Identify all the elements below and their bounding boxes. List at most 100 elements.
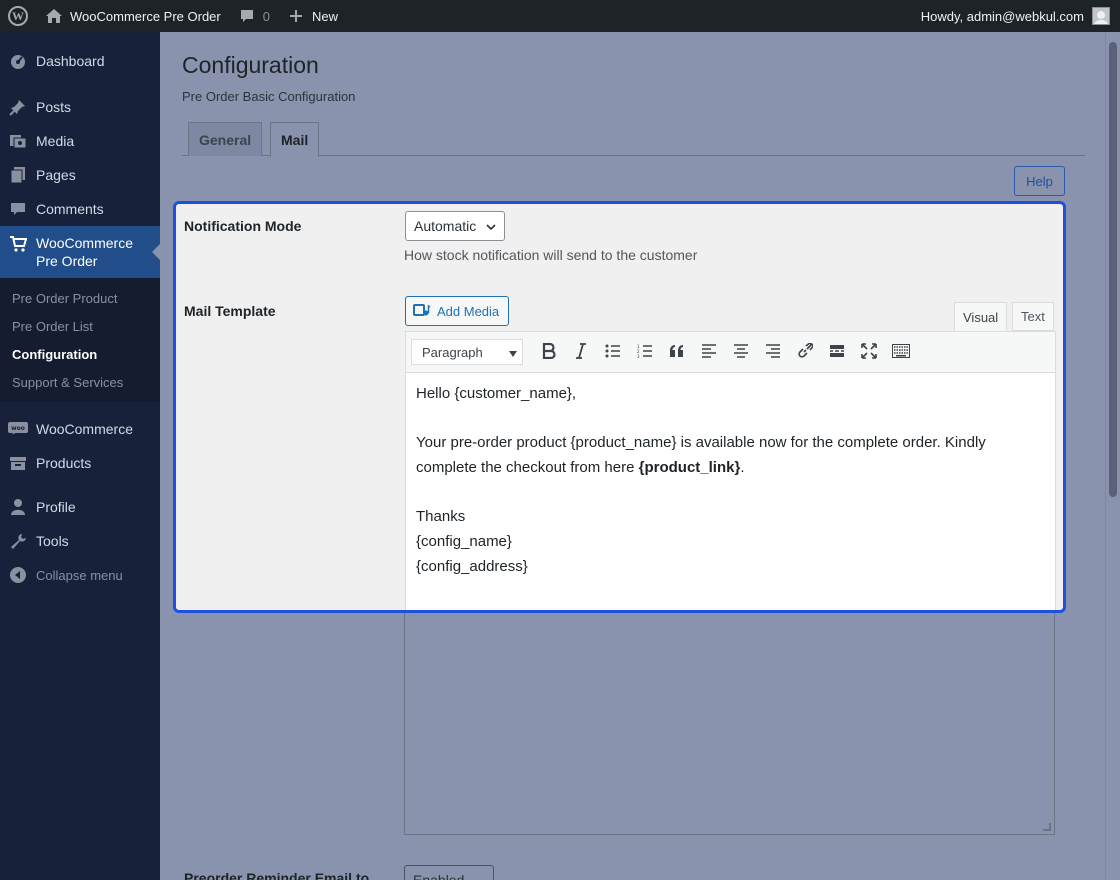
sidebar-item-posts[interactable]: Posts [0, 90, 160, 124]
avatar [1092, 7, 1110, 25]
collapse-menu-button[interactable]: Collapse menu [0, 558, 160, 592]
sidebar-item-label: Profile [36, 499, 76, 515]
reminder-email-label: Preorder Reminder Email to [184, 870, 370, 880]
align-left-button[interactable] [693, 337, 725, 367]
page-title: Configuration [182, 52, 319, 78]
link-icon [797, 339, 814, 362]
notification-mode-select[interactable]: Automatic [405, 211, 505, 241]
numbered-list-button[interactable]: 123 [629, 337, 661, 367]
new-content-link[interactable]: New [278, 0, 346, 32]
read-more-icon [829, 344, 845, 360]
my-account-link[interactable]: Howdy, admin@webkul.com [913, 0, 1120, 32]
comments-icon [8, 199, 28, 219]
submenu-support-services[interactable]: Support & Services [0, 368, 160, 396]
pages-icon [8, 165, 28, 185]
submenu-pre-order-list[interactable]: Pre Order List [0, 312, 160, 340]
sidebar-item-label: WooCommerce [36, 421, 133, 437]
add-media-label: Add Media [437, 303, 500, 319]
sidebar-item-comments[interactable]: Comments [0, 192, 160, 226]
scrollbar-thumb[interactable] [1109, 42, 1117, 497]
bold-button[interactable] [533, 337, 565, 367]
admin-sidebar: Dashboard Posts Media Pages Comments Woo… [0, 32, 160, 880]
read-more-button[interactable] [821, 337, 853, 367]
mail-thanks: Thanks [416, 508, 466, 525]
add-media-button[interactable]: Add Media [405, 296, 509, 326]
site-name: WooCommerce Pre Order [70, 8, 221, 24]
mail-template-label: Mail Template [184, 303, 276, 319]
italic-icon [575, 342, 587, 362]
notification-mode-description: How stock notification will send to the … [404, 247, 698, 263]
sidebar-item-media[interactable]: Media [0, 124, 160, 158]
editor-area-dimmed [404, 602, 1055, 835]
sidebar-item-woocommerce[interactable]: woo WooCommerce [0, 412, 160, 446]
comments-count: 0 [262, 8, 270, 24]
dashboard-icon [8, 51, 28, 71]
plus-icon [286, 6, 306, 26]
sidebar-item-tools[interactable]: Tools [0, 524, 160, 558]
admin-bar: W WooCommerce Pre Order 0 New Howdy, adm… [0, 0, 1120, 32]
sidebar-item-pages[interactable]: Pages [0, 158, 160, 192]
toolbar-toggle-button[interactable] [885, 337, 917, 367]
sidebar-item-label: Pages [36, 167, 76, 183]
tab-mail[interactable]: Mail [270, 122, 320, 157]
insert-link-button[interactable] [789, 337, 821, 367]
notification-mode-label: Notification Mode [184, 218, 302, 234]
bullet-list-button[interactable] [597, 337, 629, 367]
products-icon [8, 453, 28, 473]
caret-down-icon [508, 345, 518, 360]
mail-config-address: {config_address} [416, 558, 528, 575]
bold-icon [542, 342, 556, 362]
pin-icon [8, 97, 28, 117]
sidebar-item-woocommerce-pre-order[interactable]: WooCommerce Pre Order [0, 226, 160, 278]
sidebar-item-profile[interactable]: Profile [0, 490, 160, 524]
highlighted-settings-panel: Notification Mode Automatic How stock no… [173, 201, 1066, 613]
submenu-configuration[interactable]: Configuration [0, 340, 160, 368]
cart-icon [8, 234, 28, 254]
wrench-icon [8, 531, 28, 551]
format-value: Paragraph [422, 344, 483, 360]
new-label: New [311, 8, 338, 24]
home-icon [44, 6, 64, 26]
mail-template-editor[interactable]: Hello {customer_name}, Your pre-order pr… [405, 373, 1056, 610]
sidebar-item-dashboard[interactable]: Dashboard [0, 42, 160, 80]
help-button[interactable]: Help [1014, 166, 1065, 196]
keyboard-icon [892, 343, 910, 361]
format-select[interactable]: Paragraph [411, 339, 523, 365]
page-scrollbar[interactable] [1105, 32, 1120, 880]
svg-text:woo: woo [11, 425, 25, 432]
fullscreen-button[interactable] [853, 337, 885, 367]
align-center-icon [733, 343, 749, 361]
submenu-pre-order-product[interactable]: Pre Order Product [0, 284, 160, 312]
settings-tabs: General Mail [182, 122, 1085, 157]
sidebar-item-label: Media [36, 133, 75, 149]
align-right-button[interactable] [757, 337, 789, 367]
wp-logo-button[interactable]: W [0, 0, 36, 32]
sidebar-item-label: Comments [36, 201, 104, 217]
svg-text:3: 3 [637, 354, 640, 358]
comments-link[interactable]: 0 [229, 0, 278, 32]
mail-paragraph-end: . [740, 459, 745, 476]
page-subtitle: Pre Order Basic Configuration [182, 89, 356, 104]
resize-handle-icon[interactable] [1043, 823, 1051, 831]
sidebar-item-label: WooCommerce Pre Order [36, 235, 133, 269]
numbered-list-icon: 123 [637, 344, 653, 361]
fullscreen-icon [861, 342, 877, 362]
howdy-text: Howdy, admin@webkul.com [920, 8, 1084, 24]
editor-tab-text[interactable]: Text [1012, 302, 1054, 331]
sidebar-item-label: Dashboard [36, 53, 105, 69]
sidebar-item-products[interactable]: Products [0, 446, 160, 480]
woo-icon: woo [8, 419, 28, 439]
blockquote-button[interactable] [661, 337, 693, 367]
editor-tab-visual[interactable]: Visual [954, 302, 1008, 332]
pre-order-submenu: Pre Order Product Pre Order List Configu… [0, 278, 160, 402]
quote-icon [669, 344, 685, 360]
tab-general[interactable]: General [188, 122, 263, 156]
align-center-button[interactable] [725, 337, 757, 367]
user-icon [8, 497, 28, 517]
notification-mode-value: Automatic [414, 218, 477, 234]
site-name-link[interactable]: WooCommerce Pre Order [36, 0, 229, 32]
italic-button[interactable] [565, 337, 597, 367]
mail-greeting: Hello {customer_name}, [416, 385, 577, 402]
sidebar-item-label: Tools [36, 533, 69, 549]
reminder-email-select[interactable]: Enabled [404, 865, 494, 880]
